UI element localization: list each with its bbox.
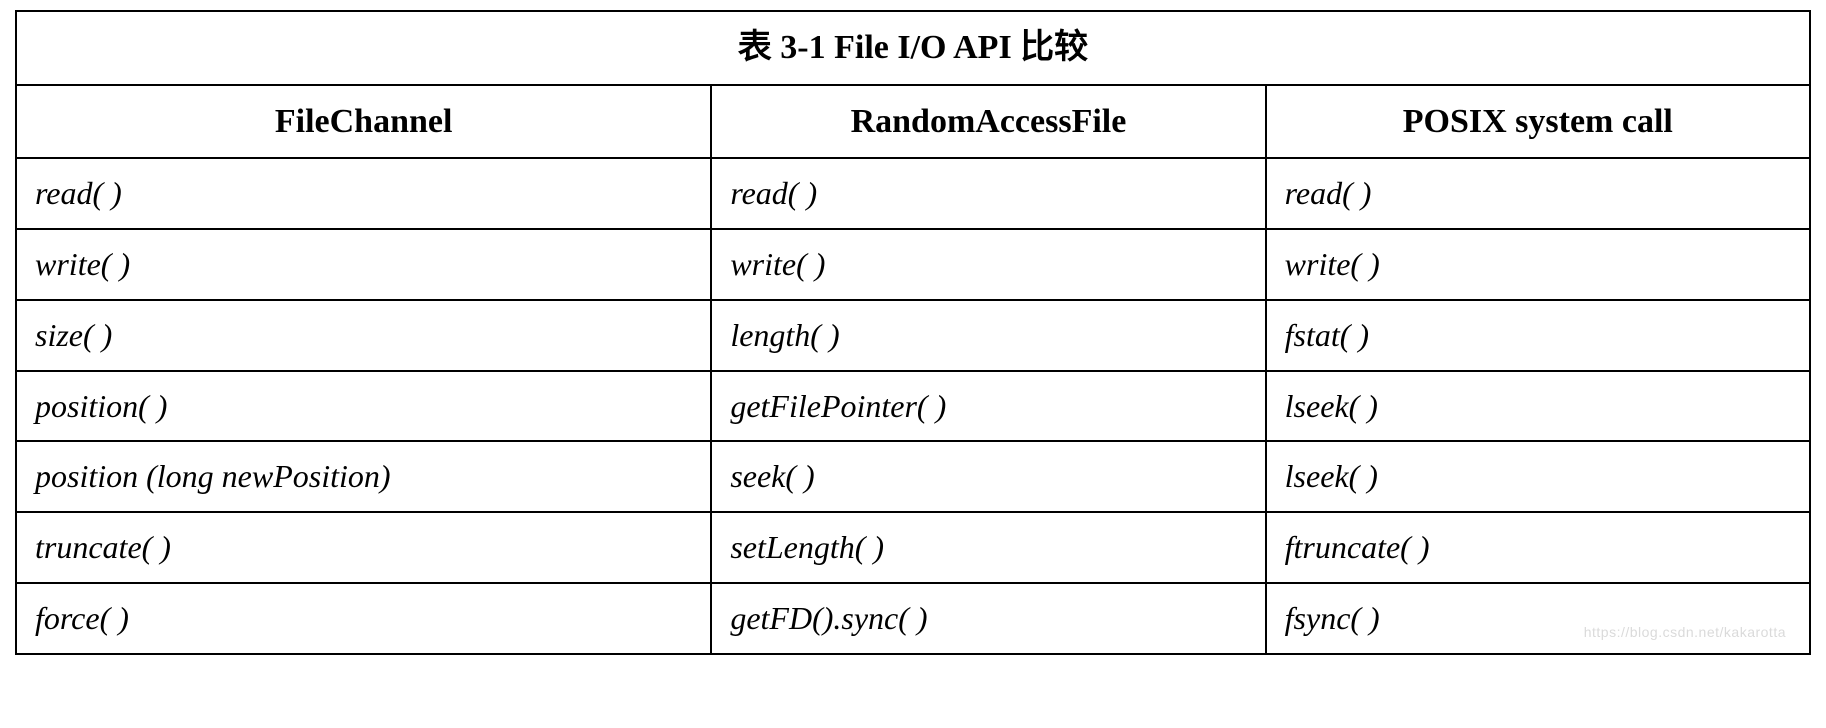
cell-randomaccessfile: read( ) [711, 158, 1265, 229]
cell-filechannel: truncate( ) [16, 512, 711, 583]
cell-filechannel: position (long newPosition) [16, 441, 711, 512]
table-title: 表 3-1 File I/O API 比较 [16, 11, 1810, 85]
column-header-posix: POSIX system call [1266, 85, 1810, 159]
cell-filechannel: read( ) [16, 158, 711, 229]
cell-filechannel: write( ) [16, 229, 711, 300]
cell-posix: lseek( ) [1266, 441, 1810, 512]
cell-randomaccessfile: getFilePointer( ) [711, 371, 1265, 442]
cell-posix: write( ) [1266, 229, 1810, 300]
cell-randomaccessfile: getFD().sync( ) [711, 583, 1265, 654]
table-row: write( ) write( ) write( ) [16, 229, 1810, 300]
table-row: position (long newPosition) seek( ) lsee… [16, 441, 1810, 512]
cell-randomaccessfile: write( ) [711, 229, 1265, 300]
table-header-row: FileChannel RandomAccessFile POSIX syste… [16, 85, 1810, 159]
watermark-text: https://blog.csdn.net/kakarotta [1584, 624, 1786, 640]
cell-filechannel: position( ) [16, 371, 711, 442]
cell-randomaccessfile: setLength( ) [711, 512, 1265, 583]
cell-posix: ftruncate( ) [1266, 512, 1810, 583]
cell-posix: read( ) [1266, 158, 1810, 229]
cell-posix: fstat( ) [1266, 300, 1810, 371]
table-row: read( ) read( ) read( ) [16, 158, 1810, 229]
comparison-table: 表 3-1 File I/O API 比较 FileChannel Random… [15, 10, 1811, 655]
table-row: position( ) getFilePointer( ) lseek( ) [16, 371, 1810, 442]
table-container: 表 3-1 File I/O API 比较 FileChannel Random… [15, 10, 1811, 655]
cell-filechannel: force( ) [16, 583, 711, 654]
cell-posix: fsync( ) [1266, 583, 1810, 654]
cell-posix: lseek( ) [1266, 371, 1810, 442]
table-title-row: 表 3-1 File I/O API 比较 [16, 11, 1810, 85]
table-row: force( ) getFD().sync( ) fsync( ) [16, 583, 1810, 654]
column-header-filechannel: FileChannel [16, 85, 711, 159]
cell-randomaccessfile: seek( ) [711, 441, 1265, 512]
table-row: size( ) length( ) fstat( ) [16, 300, 1810, 371]
cell-filechannel: size( ) [16, 300, 711, 371]
cell-randomaccessfile: length( ) [711, 300, 1265, 371]
column-header-randomaccessfile: RandomAccessFile [711, 85, 1265, 159]
table-row: truncate( ) setLength( ) ftruncate( ) [16, 512, 1810, 583]
